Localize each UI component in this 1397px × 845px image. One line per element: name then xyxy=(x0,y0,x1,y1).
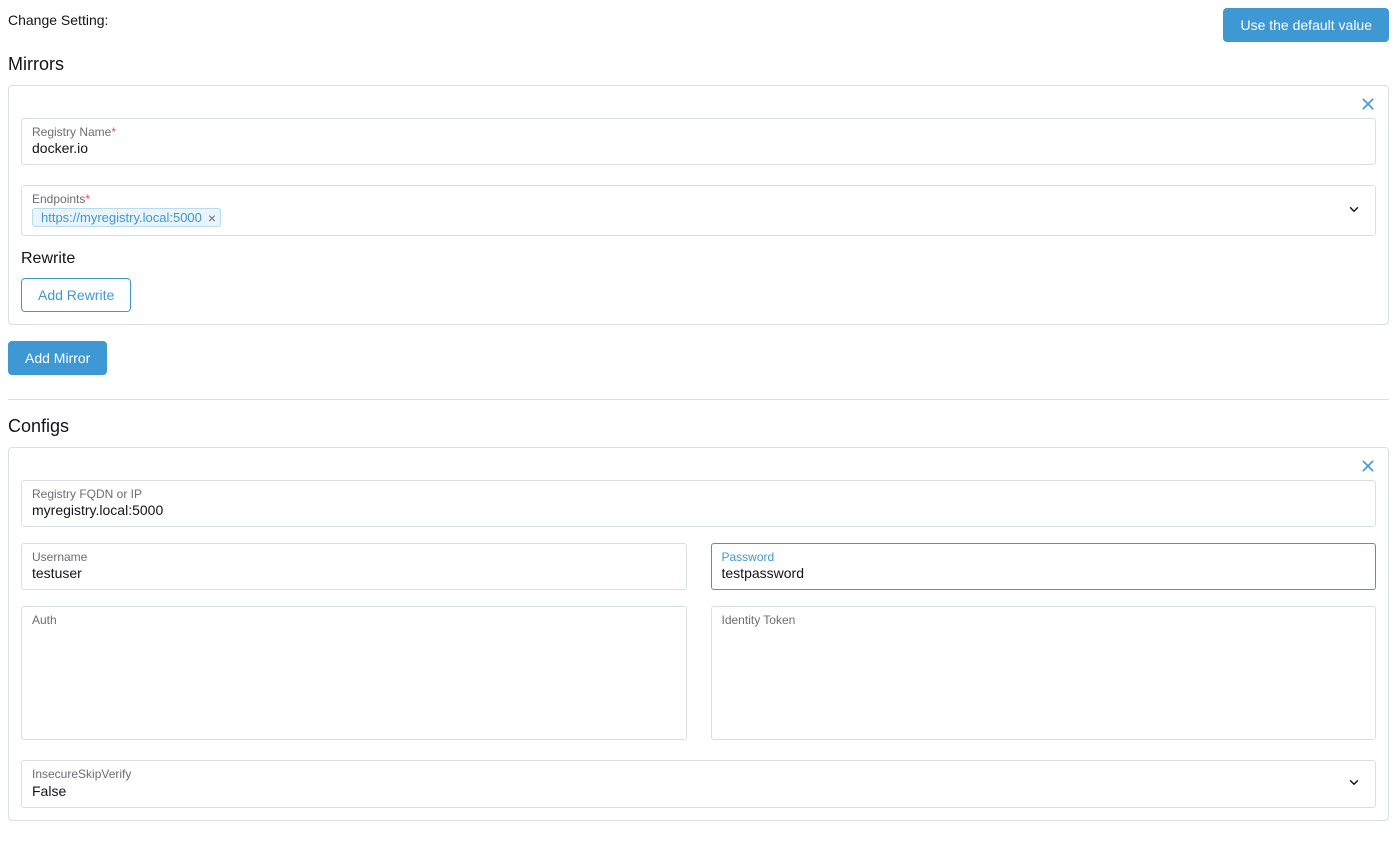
close-icon[interactable] xyxy=(1358,94,1378,116)
registry-fqdn-field[interactable]: Registry FQDN or IP xyxy=(21,480,1376,527)
endpoint-tag-label: https://myregistry.local:5000 xyxy=(41,210,202,225)
insecure-skip-verify-field[interactable]: InsecureSkipVerify False xyxy=(21,760,1376,808)
password-label: Password xyxy=(722,550,1366,564)
registry-name-input[interactable] xyxy=(32,140,1365,156)
registry-fqdn-label: Registry FQDN or IP xyxy=(32,487,1365,501)
endpoint-tag: https://myregistry.local:5000 × xyxy=(32,208,221,227)
username-input[interactable] xyxy=(32,565,676,581)
insecure-skip-verify-value: False xyxy=(32,783,1339,799)
tag-remove-icon[interactable]: × xyxy=(208,211,216,225)
configs-title: Configs xyxy=(8,416,1389,437)
identity-token-textarea[interactable] xyxy=(722,628,1366,728)
change-setting-label: Change Setting: xyxy=(8,8,108,28)
identity-token-label: Identity Token xyxy=(722,613,1366,627)
identity-token-field[interactable]: Identity Token xyxy=(711,606,1377,740)
rewrite-title: Rewrite xyxy=(21,250,1376,268)
auth-label: Auth xyxy=(32,613,676,627)
use-default-value-button[interactable]: Use the default value xyxy=(1223,8,1389,42)
registry-name-label: Registry Name* xyxy=(32,125,1365,139)
username-label: Username xyxy=(32,550,676,564)
endpoints-field[interactable]: Endpoints* https://myregistry.local:5000… xyxy=(21,185,1376,236)
auth-field[interactable]: Auth xyxy=(21,606,687,740)
chevron-down-icon xyxy=(1347,776,1361,793)
registry-fqdn-input[interactable] xyxy=(32,502,1365,518)
config-card: Registry FQDN or IP Username Password Au… xyxy=(8,447,1389,821)
endpoints-label: Endpoints* xyxy=(32,192,1339,206)
username-field[interactable]: Username xyxy=(21,543,687,590)
registry-name-field[interactable]: Registry Name* xyxy=(21,118,1376,165)
chevron-down-icon xyxy=(1347,202,1361,219)
password-input[interactable] xyxy=(722,565,1366,581)
mirrors-title: Mirrors xyxy=(8,54,1389,75)
mirror-card: Registry Name* Endpoints* https://myregi… xyxy=(8,85,1389,325)
password-field[interactable]: Password xyxy=(711,543,1377,590)
add-rewrite-button[interactable]: Add Rewrite xyxy=(21,278,131,312)
insecure-skip-verify-label: InsecureSkipVerify xyxy=(32,767,1339,781)
auth-textarea[interactable] xyxy=(32,628,676,728)
add-mirror-button[interactable]: Add Mirror xyxy=(8,341,107,375)
section-divider xyxy=(8,399,1389,400)
close-icon[interactable] xyxy=(1358,456,1378,478)
